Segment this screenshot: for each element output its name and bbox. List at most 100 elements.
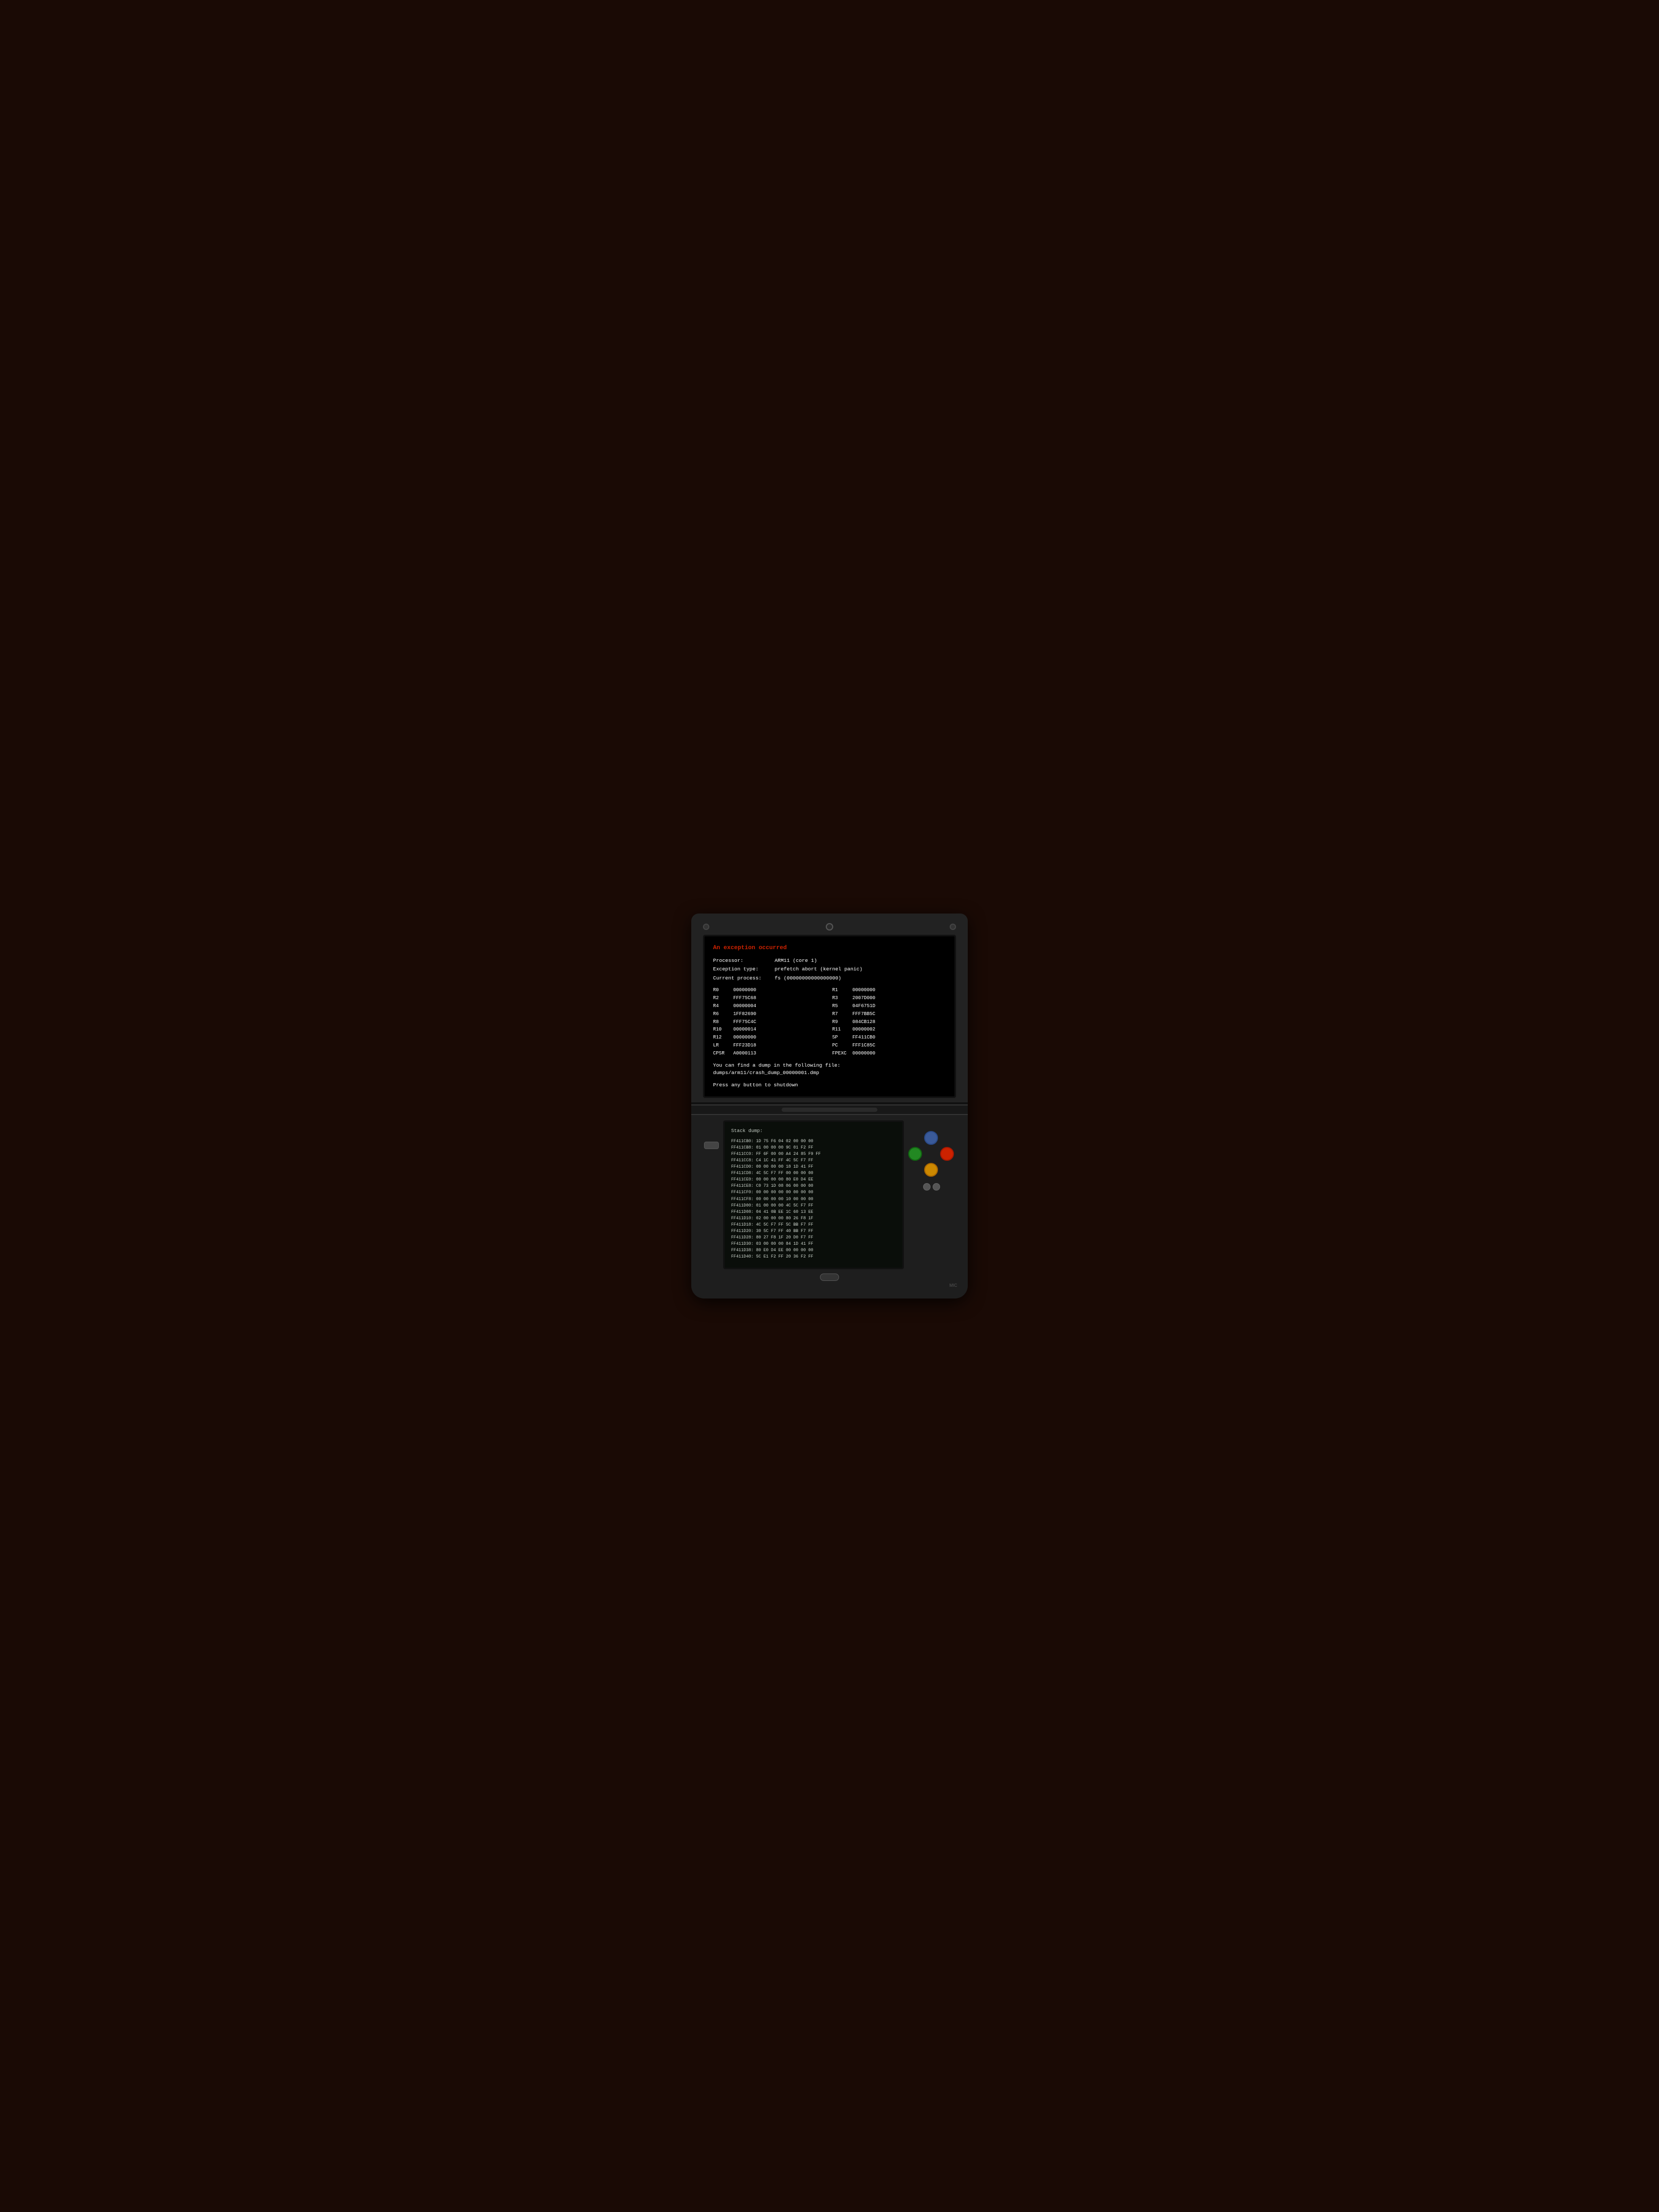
reg-value: 00000000 [733, 987, 756, 994]
stack-row: FF411CE0: 00 00 00 00 80 E0 D4 EE [731, 1177, 896, 1183]
press-message: Press any button to shutdown [713, 1082, 946, 1090]
reg-value: FFF75C4C [733, 1019, 756, 1026]
left-camera [703, 924, 709, 930]
registers-grid: R000000000R100000000R2FFF75C68R32007D000… [713, 987, 946, 1058]
dump-path: dumps/arm11/crash_dump_00000001.dmp [713, 1069, 946, 1077]
reg-value: 2007D000 [852, 995, 875, 1002]
bottom-screen-area: Stack dump: FF411CB0: 1D 75 F6 04 02 00 … [700, 1120, 959, 1269]
stack-bytes: 00 00 00 00 80 E0 D4 EE [756, 1178, 814, 1182]
reg-value: FFF23D18 [733, 1042, 756, 1050]
process-value: fs (00000000000000000) [775, 975, 841, 981]
reg-value: 00000000 [733, 1034, 756, 1042]
home-button[interactable] [820, 1273, 839, 1281]
top-lcd-screen: An exception occurred Processor: ARM11 (… [703, 935, 956, 1099]
x-button[interactable] [924, 1131, 938, 1145]
stack-address: FF411CB8: [731, 1146, 753, 1150]
stack-row: FF411CC0: FF 6F 00 00 A4 24 85 F9 FF [731, 1151, 896, 1158]
a-button[interactable] [940, 1147, 954, 1161]
reg-name: R2 [713, 995, 730, 1002]
hinge-bar [782, 1108, 877, 1112]
right-camera [950, 924, 956, 930]
register-row: R9084CB128 [832, 1019, 946, 1026]
reg-value: FF411CB0 [852, 1034, 875, 1042]
stack-address: FF411CC8: [731, 1159, 753, 1163]
register-row: R1200000000 [713, 1034, 827, 1042]
y-button[interactable] [908, 1147, 922, 1161]
bottom-buttons-row [700, 1273, 959, 1281]
reg-name: CPSR [713, 1050, 730, 1058]
stack-row: FF411D00: 01 00 00 00 4C 5C F7 FF [731, 1203, 896, 1209]
reg-value: 00000000 [852, 1050, 875, 1058]
stack-row: FF411D08: 04 41 0B EE 1C 60 13 EE [731, 1209, 896, 1216]
stack-bytes: 4C 5C F7 FF 5C BB F7 FF [756, 1223, 814, 1227]
stack-row: FF411D28: 80 27 F8 1F 20 D0 F7 FF [731, 1235, 896, 1241]
small-btn-1[interactable] [923, 1183, 931, 1191]
register-row: CPSRA0000113 [713, 1050, 827, 1058]
reg-name: R0 [713, 987, 730, 994]
stack-row: FF411CD8: 4C 5C F7 FF 00 00 00 00 [731, 1170, 896, 1177]
b-button[interactable] [924, 1163, 938, 1177]
reg-name: LR [713, 1042, 730, 1050]
reg-value: 04F6751D [852, 1003, 875, 1010]
reg-name: R10 [713, 1026, 730, 1034]
abxy-cluster [908, 1131, 955, 1178]
register-row: R32007D000 [832, 995, 946, 1002]
right-controls [908, 1120, 955, 1191]
stack-bytes: 00 00 00 00 18 1D 41 FF [756, 1165, 814, 1169]
stack-bytes: 01 00 00 00 9C 01 F2 FF [756, 1146, 814, 1150]
mic-label: MIC [700, 1283, 959, 1288]
register-row: R1100000002 [832, 1026, 946, 1034]
stack-bytes: 30 5C F7 FF 40 BB F7 FF [756, 1229, 814, 1234]
stack-bytes: 4C 5C F7 FF 00 00 00 00 [756, 1171, 814, 1176]
stack-address: FF411CF8: [731, 1197, 753, 1202]
stack-address: FF411D18: [731, 1223, 753, 1227]
stack-bytes: 00 00 00 00 10 00 00 00 [756, 1197, 814, 1202]
reg-name: R11 [832, 1026, 849, 1034]
stack-row: FF411D38: 80 E0 D4 EE 00 00 00 00 [731, 1247, 896, 1254]
stack-bytes: 5C E1 F2 FF 20 36 F2 FF [756, 1255, 814, 1259]
stack-address: FF411D40: [731, 1255, 753, 1259]
processor-line: Processor: ARM11 (core 1) [713, 957, 946, 965]
l-button[interactable] [704, 1142, 719, 1149]
register-row: R1000000014 [713, 1026, 827, 1034]
stack-row: FF411CF8: 00 00 00 00 10 00 00 00 [731, 1196, 896, 1203]
small-btn-2[interactable] [933, 1183, 940, 1191]
process-line: Current process: fs (00000000000000000) [713, 975, 946, 983]
process-label: Current process: [713, 975, 772, 983]
stack-address: FF411CE0: [731, 1178, 753, 1182]
stack-bytes: 80 27 F8 1F 20 D0 F7 FF [756, 1236, 814, 1240]
stack-address: FF411CF0: [731, 1191, 753, 1195]
reg-value: FFF75C68 [733, 995, 756, 1002]
register-row: R61FF82690 [713, 1011, 827, 1018]
stack-address: FF411D08: [731, 1210, 753, 1214]
reg-name: SP [832, 1034, 849, 1042]
camera-row [703, 923, 956, 931]
stack-address: FF411D30: [731, 1242, 753, 1246]
reg-name: R7 [832, 1011, 849, 1018]
reg-value: FFF1C85C [852, 1042, 875, 1050]
center-camera [826, 923, 833, 931]
processor-label: Processor: [713, 957, 772, 965]
reg-value: 084CB128 [852, 1019, 875, 1026]
register-row: PCFFF1C85C [832, 1042, 946, 1050]
stack-row: FF411CB8: 01 00 00 00 9C 01 F2 FF [731, 1145, 896, 1151]
bottom-lcd-screen: Stack dump: FF411CB0: 1D 75 F6 04 02 00 … [723, 1120, 904, 1269]
3ds-console: An exception occurred Processor: ARM11 (… [691, 914, 968, 1299]
reg-value: A0000113 [733, 1050, 756, 1058]
register-row: LRFFF23D18 [713, 1042, 827, 1050]
stack-address: FF411CD0: [731, 1165, 753, 1169]
exception-line: Exception type: prefetch abort (kernel p… [713, 966, 946, 974]
stack-row: FF411CE8: C0 73 1D 08 06 00 00 00 [731, 1183, 896, 1189]
reg-value: 00000002 [852, 1026, 875, 1034]
stack-address: FF411D38: [731, 1249, 753, 1253]
stack-address: FF411D00: [731, 1204, 753, 1208]
register-row: R100000000 [832, 987, 946, 994]
stack-row: FF411D18: 4C 5C F7 FF 5C BB F7 FF [731, 1222, 896, 1228]
reg-name: R1 [832, 987, 849, 994]
register-row: R2FFF75C68 [713, 995, 827, 1002]
stack-bytes: 04 41 0B EE 1C 60 13 EE [756, 1210, 814, 1214]
stack-bytes: 80 E0 D4 EE 00 00 00 00 [756, 1249, 814, 1253]
register-row: SPFF411CB0 [832, 1034, 946, 1042]
reg-name: R4 [713, 1003, 730, 1010]
reg-name: PC [832, 1042, 849, 1050]
